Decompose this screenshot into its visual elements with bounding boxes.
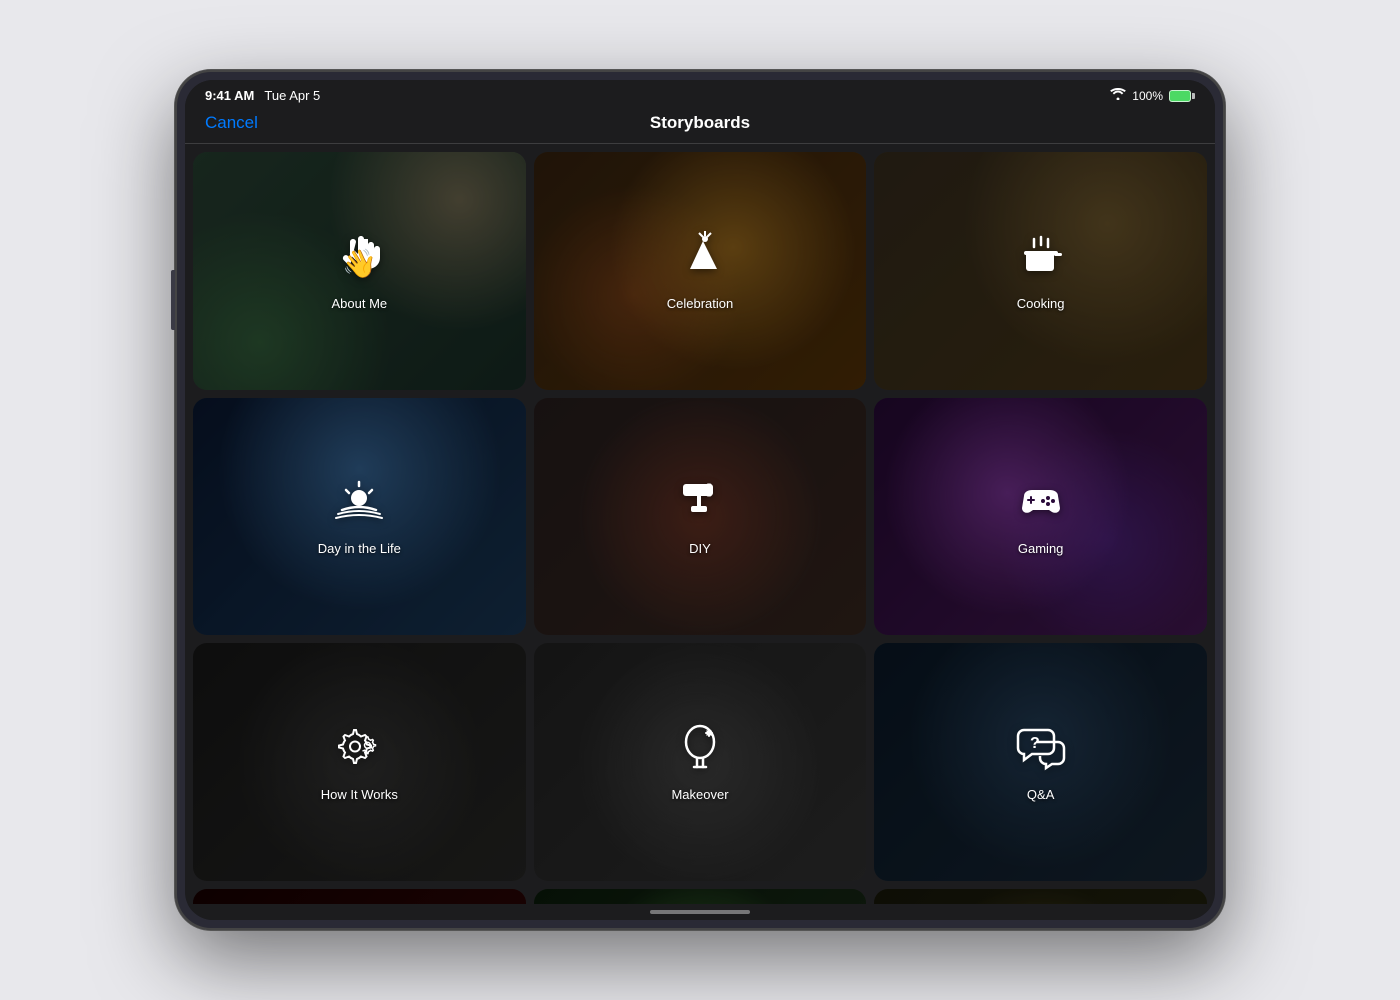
svg-text:?: ? (1030, 735, 1040, 752)
chat-question-icon: ? (1016, 722, 1066, 779)
page-title: Storyboards (650, 113, 750, 133)
battery-percent: 100% (1132, 89, 1163, 103)
cancel-button[interactable]: Cancel (205, 113, 258, 133)
gamepad-icon (1016, 476, 1066, 533)
item-label-about-me: About Me (332, 296, 388, 311)
storyboard-item-thank-you[interactable]: Thank You (534, 889, 867, 904)
item-label-how-works: How It Works (321, 787, 398, 802)
storyboard-item-about-me[interactable]: 👋 About Me (193, 152, 526, 390)
storyboards-grid: 👋 About Me (193, 152, 1207, 904)
storyboard-item-diy[interactable]: DIY (534, 398, 867, 636)
storyboard-item-day-life[interactable]: Day in the Life (193, 398, 526, 636)
status-icons: 100% (1110, 88, 1195, 103)
storyboard-item-cooking[interactable]: Cooking (874, 152, 1207, 390)
storyboard-item-gaming[interactable]: Gaming (874, 398, 1207, 636)
status-bar: 9:41 AM Tue Apr 5 100% (185, 80, 1215, 107)
pot-icon (1016, 231, 1066, 288)
wifi-icon (1110, 88, 1126, 103)
roller-icon (675, 476, 725, 533)
storyboard-item-film[interactable]: Film (193, 889, 526, 904)
mirror-icon (675, 722, 725, 779)
item-label-celebration: Celebration (667, 296, 734, 311)
status-time: 9:41 AM (205, 88, 254, 103)
party-icon (675, 231, 725, 288)
screen: 9:41 AM Tue Apr 5 100% Cancel Storyboard… (185, 80, 1215, 920)
battery-icon (1169, 90, 1195, 102)
storyboard-item-makeover[interactable]: Makeover (534, 643, 867, 881)
sunrise-icon (334, 476, 384, 533)
item-label-gaming: Gaming (1018, 541, 1064, 556)
item-label-diy: DIY (689, 541, 711, 556)
scroll-pill (650, 910, 750, 914)
storyboard-item-qa[interactable]: ? Q&A (874, 643, 1207, 881)
storyboard-item-how-works[interactable]: How It Works (193, 643, 526, 881)
ipad-device: 9:41 AM Tue Apr 5 100% Cancel Storyboard… (175, 70, 1225, 930)
scroll-indicator (185, 904, 1215, 920)
item-label-makeover: Makeover (671, 787, 728, 802)
item-label-qa: Q&A (1027, 787, 1054, 802)
wave-icon: 👋 (334, 231, 384, 288)
nav-bar: Cancel Storyboards (185, 107, 1215, 144)
svg-text:👋: 👋 (342, 248, 377, 280)
storyboards-grid-container: 👋 About Me (185, 144, 1215, 904)
item-label-day-life: Day in the Life (318, 541, 401, 556)
storyboard-item-top5[interactable]: Top 5 (874, 889, 1207, 904)
item-label-cooking: Cooking (1017, 296, 1065, 311)
gears-icon (334, 722, 384, 779)
status-date: Tue Apr 5 (264, 88, 320, 103)
storyboard-item-celebration[interactable]: Celebration (534, 152, 867, 390)
